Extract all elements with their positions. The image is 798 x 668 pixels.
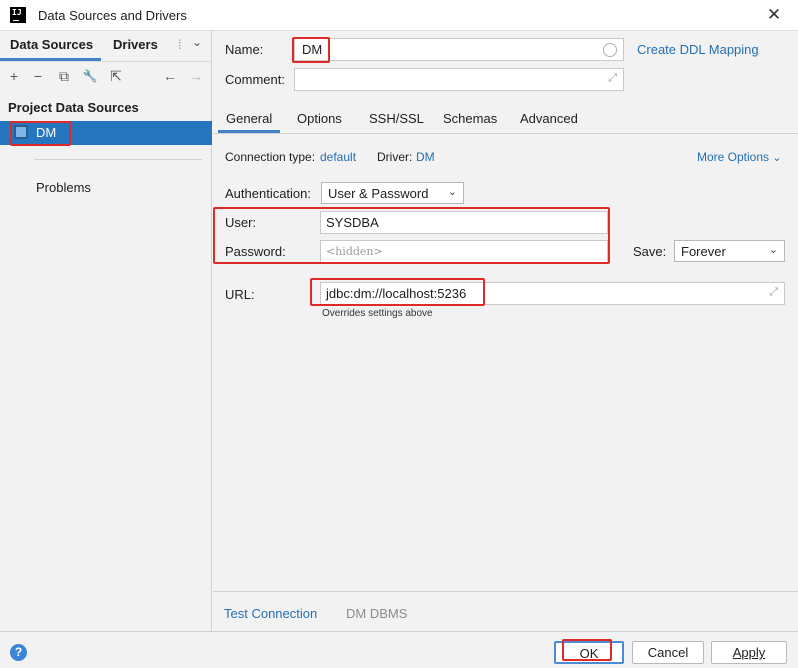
left-toolbar: + − ⧉ 🔧 ⇱ ← → <box>0 61 212 91</box>
window-title: Data Sources and Drivers <box>38 8 187 23</box>
expand-icon[interactable]: ⤢ <box>769 286 778 299</box>
chevron-down-icon: ⌄ <box>447 186 457 198</box>
comment-label: Comment: <box>225 72 285 87</box>
more-options-label: More Options <box>697 150 770 164</box>
close-icon[interactable]: ✕ <box>762 3 786 27</box>
footer-actions: Test Connection DM DBMS <box>213 591 798 631</box>
annotation-highlight-datasource <box>10 121 71 146</box>
tab-options[interactable]: Options <box>297 111 342 126</box>
divider <box>34 159 202 160</box>
right-panel: Name: DM Create DDL Mapping Comment: ⤢ G… <box>213 31 798 631</box>
test-connection-link[interactable]: Test Connection <box>224 606 317 621</box>
authentication-value: User & Password <box>328 186 429 201</box>
settings-tabs: General Options SSH/SSL Schemas Advanced <box>213 104 798 134</box>
url-hint: Overrides settings above <box>322 308 433 319</box>
dialog-button-bar: ? OK Cancel Apply <box>0 631 798 668</box>
create-ddl-mapping-link[interactable]: Create DDL Mapping <box>637 42 759 57</box>
tab-data-sources[interactable]: Data Sources <box>10 37 93 52</box>
url-label: URL: <box>225 287 255 302</box>
dbms-label: DM DBMS <box>346 606 408 621</box>
title-bar: IJ Data Sources and Drivers ✕ <box>0 0 798 31</box>
jump-to-icon[interactable]: ⇱ <box>106 66 126 86</box>
chevron-down-icon[interactable]: ⌄ <box>192 35 202 49</box>
tab-overflow-icon[interactable]: ⁞ <box>178 37 182 52</box>
tab-advanced[interactable]: Advanced <box>520 111 578 126</box>
color-circle-icon[interactable] <box>603 43 617 57</box>
expand-icon[interactable]: ⤢ <box>608 72 617 85</box>
help-icon[interactable]: ? <box>10 644 27 661</box>
tab-ssh-ssl[interactable]: SSH/SSL <box>369 111 424 126</box>
authentication-label: Authentication: <box>225 186 312 201</box>
name-field[interactable]: DM <box>294 38 624 61</box>
app-logo-icon: IJ <box>10 7 26 23</box>
duplicate-icon[interactable]: ⧉ <box>54 66 74 86</box>
left-panel: Data Sources Drivers ⁞ ⌄ + − ⧉ 🔧 ⇱ ← → P… <box>0 31 212 631</box>
cancel-button[interactable]: Cancel <box>632 641 704 664</box>
annotation-highlight-url <box>310 278 485 306</box>
driver-value[interactable]: DM <box>416 150 435 164</box>
name-label: Name: <box>225 42 264 57</box>
authentication-select[interactable]: User & Password ⌄ <box>321 182 464 204</box>
connection-type-label: Connection type: <box>225 150 316 164</box>
comment-field[interactable]: ⤢ <box>294 68 624 91</box>
annotation-highlight-name <box>292 37 330 63</box>
tab-general[interactable]: General <box>226 111 272 126</box>
add-icon[interactable]: + <box>4 66 24 86</box>
annotation-highlight-ok <box>562 639 612 661</box>
more-options-link[interactable]: More Options ⌄ <box>697 150 782 164</box>
save-value: Forever <box>681 244 726 259</box>
forward-arrow-icon[interactable]: → <box>186 66 206 86</box>
section-label-project-data-sources: Project Data Sources <box>8 100 139 115</box>
apply-button-label: Apply <box>732 645 766 660</box>
chevron-down-icon: ⌄ <box>768 244 778 256</box>
connection-type-value[interactable]: default <box>320 150 356 164</box>
apply-button[interactable]: Apply <box>711 641 787 664</box>
remove-icon[interactable]: − <box>28 66 48 86</box>
tab-active-underline <box>218 130 280 133</box>
driver-label: Driver: <box>377 150 413 164</box>
wrench-icon[interactable]: 🔧 <box>80 66 100 86</box>
chevron-down-icon: ⌄ <box>772 152 782 164</box>
save-select[interactable]: Forever ⌄ <box>674 240 785 262</box>
annotation-highlight-credentials <box>213 207 610 264</box>
tab-schemas[interactable]: Schemas <box>443 111 497 126</box>
problems-item[interactable]: Problems <box>36 180 91 195</box>
tab-drivers[interactable]: Drivers <box>113 37 158 52</box>
back-arrow-icon[interactable]: ← <box>160 66 180 86</box>
save-label: Save: <box>633 244 667 259</box>
